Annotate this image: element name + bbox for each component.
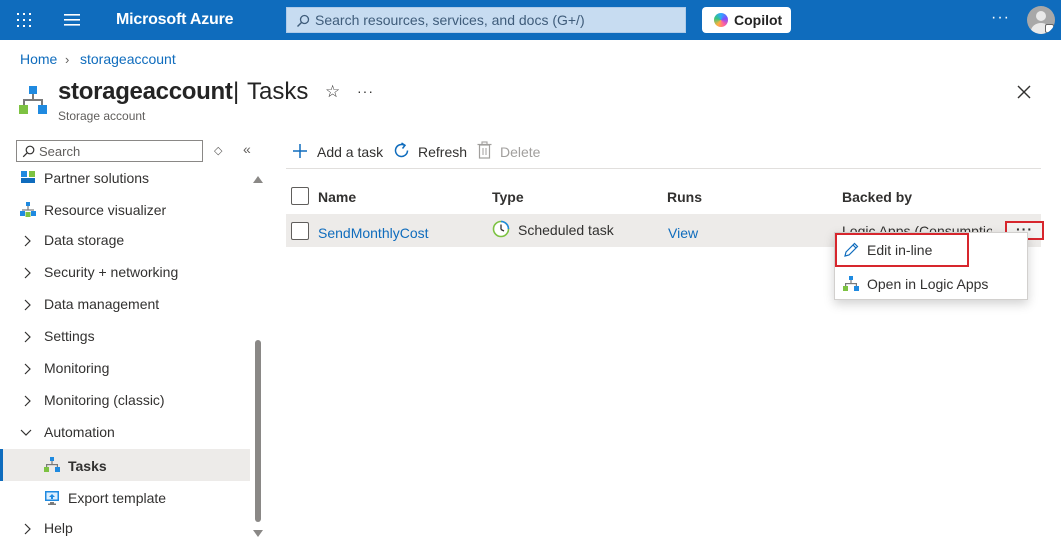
sidebar-item-partner-solutions[interactable]: Partner solutions (0, 163, 250, 195)
title-more-icon[interactable]: ··· (357, 83, 374, 99)
sidebar-item-export-template[interactable]: Export template (0, 483, 250, 515)
sort-updown-icon[interactable]: ◇ (214, 144, 222, 157)
chevron-right-icon (24, 267, 31, 279)
delete-label: Delete (500, 144, 541, 160)
refresh-label: Refresh (418, 144, 468, 160)
sidebar-item-settings[interactable]: Settings (0, 321, 250, 353)
copilot-button[interactable]: Copilot (702, 7, 791, 33)
sidebar-item-label: Monitoring (classic) (44, 392, 165, 408)
title-separator: | (233, 78, 240, 105)
favorite-star-icon[interactable]: ☆ (325, 82, 340, 102)
chevron-right-icon: › (65, 52, 70, 67)
brand-title[interactable]: Microsoft Azure (116, 11, 234, 29)
sidebar-search[interactable] (16, 140, 203, 162)
column-header-type[interactable]: Type (492, 189, 524, 205)
chevron-right-icon (24, 331, 31, 343)
resource-visualizer-icon (20, 202, 36, 217)
chevron-right-icon (24, 363, 31, 375)
plus-icon (293, 144, 307, 158)
global-search-input[interactable] (315, 8, 675, 32)
export-template-icon (45, 491, 59, 505)
global-search[interactable] (286, 7, 686, 33)
sidebar-item-label: Export template (68, 490, 167, 506)
select-all-checkbox[interactable] (291, 187, 309, 205)
collapse-sidebar-icon[interactable]: « (243, 141, 251, 157)
sidebar-item-label: Help (44, 520, 73, 536)
close-icon[interactable] (1016, 84, 1032, 100)
highlight-box (835, 233, 969, 267)
sidebar-item-tasks[interactable]: Tasks (0, 449, 250, 481)
chevron-down-icon (20, 429, 32, 436)
trash-icon (477, 141, 492, 159)
search-icon (22, 145, 35, 158)
sidebar-item-label: Automation (44, 424, 115, 440)
sidebar-item-automation[interactable]: Automation (0, 417, 250, 449)
page-subtitle: Storage account (58, 109, 146, 123)
sidebar-item-label: Monitoring (44, 360, 110, 376)
runs-view-link[interactable]: View (668, 225, 698, 241)
sidebar-item-resource-visualizer[interactable]: Resource visualizer (0, 195, 250, 227)
sidebar-item-label: Data management (44, 296, 160, 312)
tasks-icon (44, 457, 60, 472)
sidebar-item-label: Settings (44, 328, 95, 344)
add-task-button[interactable]: Add a task (290, 141, 384, 163)
logic-apps-icon (843, 276, 859, 291)
refresh-icon (394, 142, 409, 158)
scrollbar-thumb[interactable] (255, 340, 261, 522)
copilot-icon (714, 13, 728, 27)
sidebar-item-label: Tasks (68, 458, 107, 474)
scroll-up-arrow-icon[interactable] (253, 176, 263, 183)
sidebar-item-label: Security + networking (44, 264, 179, 280)
lock-icon (1045, 24, 1054, 33)
column-header-runs[interactable]: Runs (667, 189, 702, 205)
refresh-button[interactable]: Refresh (391, 141, 467, 163)
sidebar-item-monitoring[interactable]: Monitoring (0, 353, 250, 385)
more-options-icon[interactable]: ··· (991, 9, 1010, 27)
partner-solutions-icon (21, 171, 35, 183)
app-launcher-icon[interactable] (16, 12, 32, 28)
clock-icon (492, 220, 510, 238)
breadcrumb-resource[interactable]: storageaccount (80, 51, 176, 67)
add-task-label: Add a task (317, 144, 384, 160)
scroll-down-arrow-icon[interactable] (253, 530, 263, 537)
sidebar-item-label: Resource visualizer (44, 202, 167, 218)
task-name-link[interactable]: SendMonthlyCost (318, 225, 429, 241)
page-title-resource: storageaccount (58, 78, 233, 105)
column-header-backed-by[interactable]: Backed by (842, 189, 912, 205)
chevron-right-icon (24, 299, 31, 311)
copilot-label: Copilot (734, 12, 783, 28)
chevron-right-icon (24, 523, 31, 535)
sidebar-item-label: Partner solutions (44, 170, 150, 186)
top-bar: Microsoft Azure Copilot ··· (0, 0, 1061, 40)
column-header-name[interactable]: Name (318, 189, 356, 205)
selected-indicator (0, 449, 3, 481)
sidebar-item-data-storage[interactable]: Data storage (0, 225, 250, 257)
hamburger-menu-icon[interactable] (64, 13, 80, 27)
search-icon (297, 14, 310, 27)
menu-item-open-logic-apps[interactable]: Open in Logic Apps (835, 268, 1027, 301)
sidebar-item-monitoring-classic[interactable]: Monitoring (classic) (0, 385, 250, 417)
sidebar-item-label: Data storage (44, 232, 125, 248)
toolbar-divider (286, 168, 1041, 169)
delete-button[interactable]: Delete (475, 141, 543, 163)
page-title: Tasks (247, 78, 309, 105)
chevron-right-icon (24, 235, 31, 247)
avatar[interactable] (1027, 6, 1055, 34)
task-type: Scheduled task (518, 222, 614, 238)
menu-item-label: Open in Logic Apps (867, 276, 989, 292)
sidebar-item-security-networking[interactable]: Security + networking (0, 257, 250, 289)
sidebar-item-help[interactable]: Help (0, 513, 250, 543)
sidebar-item-data-management[interactable]: Data management (0, 289, 250, 321)
chevron-right-icon (24, 395, 31, 407)
tasks-resource-icon (19, 86, 47, 114)
sidebar-search-input[interactable] (39, 141, 199, 161)
breadcrumb-home[interactable]: Home (20, 51, 57, 67)
row-checkbox[interactable] (291, 222, 309, 240)
